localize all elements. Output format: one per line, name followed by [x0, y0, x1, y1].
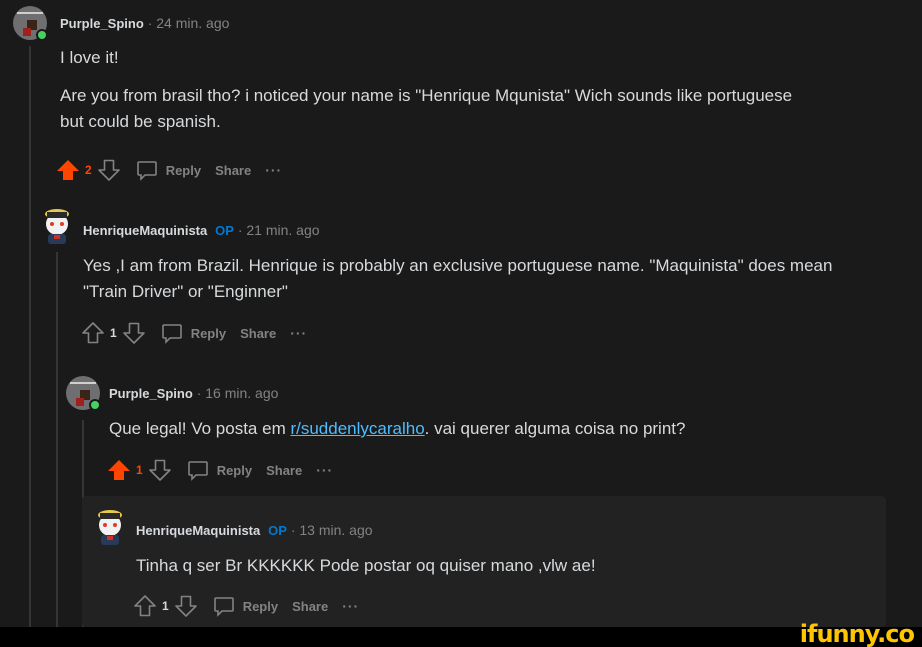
username[interactable]: Purple_Spino: [109, 386, 193, 401]
share-label: Share: [266, 462, 303, 478]
reply-label: Reply: [242, 598, 279, 614]
username[interactable]: Purple_Spino: [60, 16, 144, 31]
comment-bubble-icon: [161, 324, 182, 344]
online-status-icon: [89, 399, 101, 411]
share-button[interactable]: Share: [240, 326, 276, 341]
more-options-button[interactable]: ···: [342, 598, 359, 614]
downvote-arrow-icon[interactable]: [174, 594, 198, 618]
thread-line[interactable]: [56, 252, 58, 627]
comment-text: . vai querer alguma coisa no print?: [424, 419, 686, 438]
comment-paragraph: Are you from brasil tho? i noticed your …: [60, 86, 793, 131]
comment-actions: 2 Reply Share ···: [56, 156, 282, 184]
downvote-arrow-icon[interactable]: [148, 458, 172, 482]
comment-paragraph: Tinha q ser Br KKKKKK Pode postar oq qui…: [136, 556, 596, 575]
op-badge: OP: [215, 223, 234, 238]
comment-bubble-icon: [136, 161, 157, 181]
share-label: Share: [292, 598, 329, 614]
downvote-arrow-icon[interactable]: [97, 158, 121, 182]
comment-paragraph: Yes ,I am from Brazil. Henrique is proba…: [83, 256, 833, 301]
upvote-arrow-icon[interactable]: [133, 594, 157, 618]
online-status-icon: [36, 29, 48, 41]
comment-paragraph: Que legal! Vo posta em r/suddenlycaralho…: [109, 416, 869, 442]
comment-text: Que legal! Vo posta em: [109, 419, 291, 438]
thread-line[interactable]: [29, 46, 31, 627]
more-options-button[interactable]: ···: [316, 462, 333, 478]
timestamp[interactable]: · 24 min. ago: [148, 15, 230, 31]
username[interactable]: HenriqueMaquinista: [83, 223, 207, 238]
comment-body: Tinha q ser Br KKKKKK Pode postar oq qui…: [136, 553, 856, 579]
vote-score: 1: [162, 599, 169, 613]
vote-score: 1: [110, 326, 117, 340]
reply-button[interactable]: Reply: [135, 158, 201, 182]
reply-button[interactable]: Reply: [186, 458, 252, 482]
comment-actions: 1 Reply Share ···: [133, 592, 359, 620]
timestamp[interactable]: · 21 min. ago: [238, 222, 320, 238]
more-options-button[interactable]: ···: [265, 162, 282, 178]
op-badge: OP: [268, 523, 287, 538]
reply-button[interactable]: Reply: [160, 321, 226, 345]
user-avatar-icon[interactable]: [38, 202, 76, 246]
reply-label: Reply: [190, 325, 227, 341]
comment-actions: 1 Reply Share ···: [81, 319, 307, 347]
downvote-arrow-icon[interactable]: [122, 321, 146, 345]
reply-button[interactable]: Reply: [212, 594, 278, 618]
timestamp[interactable]: · 16 min. ago: [197, 385, 279, 401]
user-avatar-icon[interactable]: [91, 503, 129, 547]
share-button[interactable]: Share: [292, 599, 328, 614]
share-button[interactable]: Share: [266, 463, 302, 478]
comment-bubble-icon: [187, 461, 208, 481]
upvote-arrow-icon[interactable]: [56, 158, 80, 182]
comment-paragraph: I love it!: [60, 48, 119, 67]
comment-body: Que legal! Vo posta em r/suddenlycaralho…: [109, 416, 869, 442]
vote-score: 2: [85, 163, 92, 177]
comment-actions: 1 Reply Share ···: [107, 456, 333, 484]
comment-meta: Purple_Spino · 16 min. ago: [109, 385, 278, 401]
comment-body: I love it! Are you from brasil tho? i no…: [60, 45, 820, 135]
comment-body: Yes ,I am from Brazil. Henrique is proba…: [83, 253, 873, 305]
share-label: Share: [215, 162, 252, 178]
watermark-logo: ifunny.co: [799, 620, 915, 647]
comment-meta: HenriqueMaquinista OP · 21 min. ago: [83, 222, 320, 238]
bottom-bar: [0, 627, 922, 647]
comment-meta: HenriqueMaquinista OP · 13 min. ago: [136, 522, 373, 538]
share-button[interactable]: Share: [215, 163, 251, 178]
subreddit-link[interactable]: r/suddenlycaralho: [290, 419, 424, 438]
more-options-button[interactable]: ···: [290, 325, 307, 341]
username[interactable]: HenriqueMaquinista: [136, 523, 260, 538]
vote-score: 1: [136, 463, 143, 477]
share-label: Share: [240, 325, 277, 341]
comment-bubble-icon: [213, 597, 234, 617]
upvote-arrow-icon[interactable]: [107, 458, 131, 482]
reply-label: Reply: [216, 462, 253, 478]
comment-meta: Purple_Spino · 24 min. ago: [60, 15, 229, 31]
reply-label: Reply: [165, 162, 202, 178]
timestamp[interactable]: · 13 min. ago: [291, 522, 373, 538]
upvote-arrow-icon[interactable]: [81, 321, 105, 345]
